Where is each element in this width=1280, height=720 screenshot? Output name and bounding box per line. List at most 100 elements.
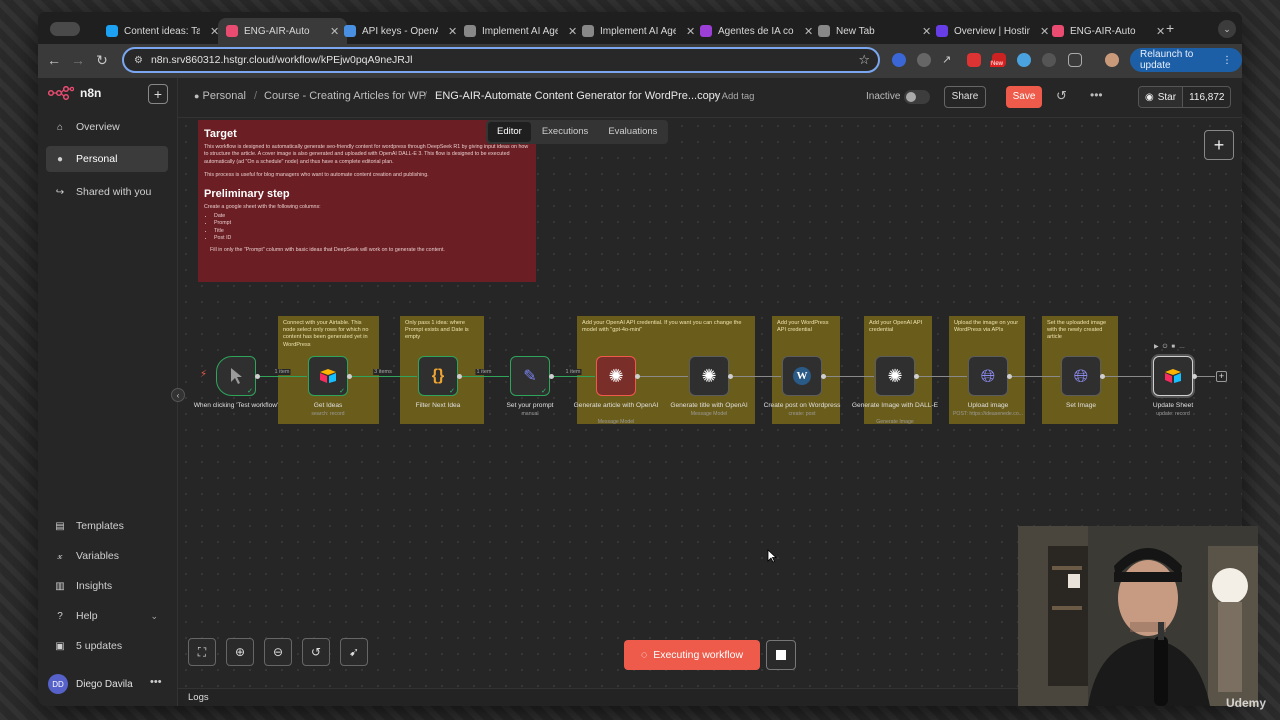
output-port[interactable] — [549, 374, 554, 379]
sidebar-item-personal[interactable]: ● Personal — [46, 146, 168, 172]
close-tab-icon[interactable]: ✕ — [1156, 25, 1165, 38]
sidebar-item-overview[interactable]: ⌂ Overview — [46, 114, 168, 140]
more-icon[interactable]: … — [1179, 344, 1189, 350]
node-generate-title[interactable]: ✺ — [689, 356, 729, 396]
extensions-puzzle-icon[interactable] — [1068, 53, 1082, 67]
node-generate-image[interactable]: ✺ — [875, 356, 915, 396]
browser-tab[interactable]: New Tab ✕ — [810, 18, 939, 44]
extension-6-icon[interactable] — [1017, 53, 1031, 67]
profile-avatar[interactable] — [1105, 53, 1119, 67]
node-toolbar: ▶⏻■… — [1154, 343, 1189, 351]
sticky-note-target[interactable]: Target This workflow is designed to auto… — [198, 120, 536, 282]
active-toggle[interactable] — [904, 90, 930, 104]
fit-view-icon[interactable]: ⛶ — [188, 638, 216, 666]
more-options-icon[interactable]: ••• — [1090, 88, 1103, 102]
sidebar-item-updates[interactable]: ▣ 5 updates — [46, 633, 168, 659]
sidebar-item-shared[interactable]: ↪ Shared with you — [46, 179, 168, 205]
node-upload-image[interactable]: 🌐︎ — [968, 356, 1008, 396]
browser-tab[interactable]: Implement AI Age ✕ — [574, 18, 703, 44]
user-icon: ● — [56, 153, 64, 165]
back-icon[interactable]: ← — [46, 52, 62, 68]
output-port[interactable] — [728, 374, 733, 379]
bookmark-star-icon[interactable]: ☆ — [858, 52, 870, 68]
executing-workflow-button[interactable]: ◌ Executing workflow — [624, 640, 760, 670]
add-node-button[interactable]: + — [1204, 130, 1234, 160]
extension-1-icon[interactable] — [892, 53, 906, 67]
collapse-sidebar-icon[interactable]: ‹ — [171, 388, 185, 402]
output-port[interactable] — [821, 374, 826, 379]
output-port[interactable] — [914, 374, 919, 379]
sidebar-item-templates[interactable]: ▤ Templates — [46, 513, 168, 539]
tidy-up-icon[interactable]: ➹ — [340, 638, 368, 666]
connection-line — [1102, 376, 1153, 377]
output-port[interactable] — [1100, 374, 1105, 379]
workflow-name[interactable]: ENG-AIR-Automate Content Generator for W… — [435, 90, 720, 102]
browser-tab[interactable]: API keys - OpenA ✕ — [336, 18, 465, 44]
n8n-logo[interactable]: n8n — [48, 86, 101, 100]
tab-editor[interactable]: Editor — [488, 122, 531, 142]
kebab-menu-icon[interactable]: ⋮ — [1222, 55, 1232, 66]
output-port[interactable] — [347, 374, 352, 379]
extension-new-icon[interactable]: New — [990, 53, 1006, 67]
browser-tab[interactable]: ENG-AIR-Auto ✕ — [218, 18, 348, 44]
zoom-in-icon[interactable]: ⊕ — [226, 638, 254, 666]
reload-icon[interactable]: ↻ — [94, 52, 110, 69]
extension-4-icon[interactable] — [967, 53, 981, 67]
browser-tab[interactable]: ENG-AIR-Auto ✕ — [1044, 18, 1173, 44]
relaunch-button[interactable]: Relaunch to update ⋮ — [1130, 48, 1242, 72]
play-icon[interactable]: ▶ — [1154, 344, 1163, 350]
delete-icon[interactable]: ■ — [1171, 344, 1179, 350]
output-port[interactable] — [635, 374, 640, 379]
add-tag-button[interactable]: + Add tag — [714, 91, 754, 102]
node-generate-article[interactable]: ✺ — [596, 356, 636, 396]
node-create-post[interactable]: W — [782, 356, 822, 396]
connection-line: 3 items — [349, 369, 417, 377]
pinned-tab[interactable] — [50, 22, 80, 36]
new-tab-icon[interactable]: + — [1166, 20, 1174, 36]
tab-favicon-icon — [226, 25, 238, 37]
node-set-prompt[interactable]: ✎ ✓ — [510, 356, 550, 396]
extension-3-icon[interactable]: ↗ — [942, 53, 956, 67]
extension-7-icon[interactable] — [1042, 53, 1056, 67]
user-menu-icon[interactable]: ••• — [150, 676, 162, 688]
create-plus-button[interactable]: + — [148, 84, 168, 104]
browser-tab[interactable]: Overview | Hostin ✕ — [928, 18, 1057, 44]
reset-zoom-icon[interactable]: ↺ — [302, 638, 330, 666]
output-port[interactable] — [1007, 374, 1012, 379]
sidebar-item-label: Personal — [76, 153, 118, 165]
zoom-out-icon[interactable]: ⊖ — [264, 638, 292, 666]
stop-execution-button[interactable] — [766, 640, 796, 670]
extension-2-icon[interactable] — [917, 53, 931, 67]
history-icon[interactable]: ↺ — [1056, 88, 1067, 104]
add-next-node-icon[interactable]: + — [1216, 371, 1227, 382]
output-port[interactable] — [255, 374, 260, 379]
tab-favicon-icon — [700, 25, 712, 37]
tab-search-icon[interactable]: ⌄ — [1218, 20, 1236, 38]
node-filter-next-idea[interactable]: {} ✓ — [418, 356, 458, 396]
tab-evaluations[interactable]: Evaluations — [599, 122, 666, 142]
node-update-sheet[interactable] — [1153, 356, 1193, 396]
forward-icon[interactable]: → — [70, 52, 86, 68]
tab-executions[interactable]: Executions — [533, 122, 597, 142]
node-get-ideas[interactable]: ✓ — [308, 356, 348, 396]
address-bar[interactable]: ⚙ n8n.srv860312.hstgr.cloud/workflow/kPE… — [122, 47, 880, 73]
sidebar-item-variables[interactable]: 𝓍 Variables — [46, 543, 168, 569]
sidebar-item-insights[interactable]: ▥ Insights — [46, 573, 168, 599]
share-button[interactable]: Share — [944, 86, 986, 108]
node-manual-trigger[interactable]: ✓ — [216, 356, 256, 396]
user-profile[interactable]: DD Diego Davila — [48, 674, 133, 694]
browser-tab[interactable]: Content ideas: Ta ✕ — [98, 18, 227, 44]
sidebar-item-label: Help — [76, 610, 98, 622]
save-button[interactable]: Save — [1006, 86, 1042, 108]
breadcrumb-personal[interactable]: ● Personal — [194, 90, 246, 102]
output-port[interactable] — [457, 374, 462, 379]
browser-tab[interactable]: Agentes de IA co ✕ — [692, 18, 821, 44]
sidebar-item-help[interactable]: ? Help ⌄ — [46, 603, 168, 629]
node-set-image[interactable]: 🌐︎ — [1061, 356, 1101, 396]
site-info-icon[interactable]: ⚙ — [134, 55, 143, 66]
breadcrumb-project[interactable]: Course - Creating Articles for WP — [264, 90, 426, 102]
url-text[interactable]: n8n.srv860312.hstgr.cloud/workflow/kPEjw… — [151, 54, 412, 66]
github-star-button[interactable]: ◉ Star 116,872 — [1138, 86, 1232, 108]
output-port[interactable] — [1192, 374, 1197, 379]
browser-tab[interactable]: Implement AI Age ✕ — [456, 18, 585, 44]
